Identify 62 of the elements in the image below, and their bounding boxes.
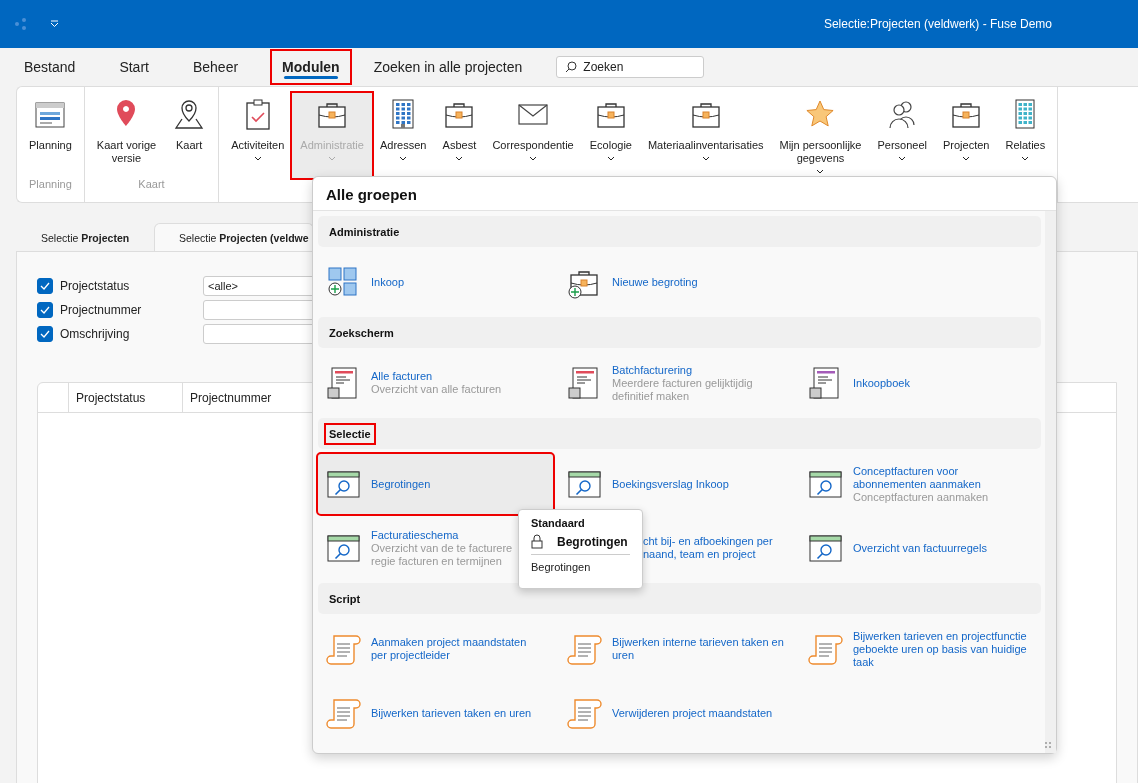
menu-tab[interactable]: Zoeken in alle projecten <box>363 51 533 83</box>
ribbon-button[interactable]: Relaties <box>997 93 1054 178</box>
scrollbar-track[interactable] <box>1045 211 1056 753</box>
module-item[interactable]: Inkoopboek <box>800 353 1035 413</box>
module-item[interactable]: Aanmaken project maandstaten per projectleider <box>318 619 553 679</box>
ribbon-button[interactable]: Personeel <box>869 93 935 178</box>
module-item[interactable]: Overzicht van factuurregels <box>800 518 1035 578</box>
tooltip-title: Begrotingen <box>557 534 628 549</box>
panel-title: Alle groepen <box>313 177 1056 211</box>
menu-tab[interactable]: Modulen <box>272 51 350 83</box>
section-title: Administratie <box>328 224 401 240</box>
ribbon-button[interactable]: Ecologie <box>581 93 640 178</box>
ribbon-button[interactable]: Projecten <box>935 93 998 178</box>
module-item[interactable]: Begrotingen <box>318 454 553 514</box>
checkbox[interactable] <box>37 302 53 318</box>
ribbon-button[interactable]: Planning <box>21 93 80 178</box>
section-title: Script <box>328 591 362 607</box>
quick-access-dropdown-icon[interactable] <box>50 20 59 28</box>
module-item[interactable]: Bijwerken interne tarieven taken en uren <box>559 619 794 679</box>
module-item[interactable]: Bijwerken tarieven taken en uren <box>318 683 553 743</box>
module-item[interactable]: Conceptfacturen voor abonnementen aanmaken Conceptfacturen aanmaken <box>800 454 1035 514</box>
filter-label: Omschrijving <box>60 327 131 341</box>
ribbon-button[interactable]: Materiaalinventarisaties <box>639 93 772 178</box>
section-title: Selectie <box>326 424 374 443</box>
module-item[interactable]: Batchfacturering Meerdere facturen gelijktijdig definitief maken <box>559 353 794 413</box>
section-title: Zoekscherm <box>328 325 395 341</box>
module-item[interactable]: Boekingsverslag Inkoop <box>559 454 794 514</box>
checkmark-icon <box>40 306 50 314</box>
menu-tab[interactable]: Bestand <box>14 51 86 83</box>
filter-label: Projectstatus <box>60 279 131 293</box>
module-item[interactable]: Verwijderen project maandstaten <box>559 683 794 743</box>
app-logo-icon <box>14 18 28 30</box>
module-item[interactable]: Nieuwe begroting <box>559 252 794 312</box>
ribbon-button[interactable]: Mijn persoonlijke gegevens <box>771 93 870 178</box>
menu-tab[interactable]: Start <box>109 51 159 83</box>
ribbon-button[interactable]: Kaart vorige versie <box>88 93 165 178</box>
page-tab[interactable]: Selectie Projecten <box>16 223 154 251</box>
window-title: Selectie:Projecten (veldwerk) - Fuse Demo <box>823 17 1052 31</box>
group-label: Planning <box>28 178 73 192</box>
ribbon-button[interactable]: Adressen <box>371 93 435 178</box>
ribbon-button[interactable]: Activiteiten <box>223 93 293 178</box>
ribbon-button[interactable]: Asbest <box>434 93 485 178</box>
search-field[interactable]: Zoeken <box>556 56 705 78</box>
column-header[interactable]: Projectnummer <box>182 383 296 412</box>
module-item[interactable]: Bijwerken tarieven en projectfunctie geboekte uren op basis van huidige taak <box>800 619 1035 679</box>
checkbox[interactable] <box>37 278 53 294</box>
group-label: Kaart <box>137 178 166 192</box>
lock-icon <box>531 534 543 549</box>
tooltip-heading: Standaard <box>531 517 586 529</box>
ribbon-button[interactable]: Correspondentie <box>484 93 582 178</box>
menu-tab[interactable]: Beheer <box>182 51 249 83</box>
checkmark-icon <box>40 330 50 338</box>
resize-grip-icon[interactable] <box>1044 741 1052 749</box>
ribbon-button[interactable]: Kaart <box>164 93 215 178</box>
checkbox[interactable] <box>37 326 53 342</box>
module-item[interactable]: Alle facturen Overzicht van alle facturen <box>318 353 553 413</box>
tooltip-footer: Begrotingen <box>531 554 630 573</box>
search-icon <box>565 61 578 73</box>
page-tab[interactable]: Selectie Projecten (veldwe <box>154 223 314 251</box>
column-header[interactable]: Projectstatus <box>68 383 182 412</box>
filter-label: Projectnummer <box>60 303 143 317</box>
checkmark-icon <box>40 282 50 290</box>
